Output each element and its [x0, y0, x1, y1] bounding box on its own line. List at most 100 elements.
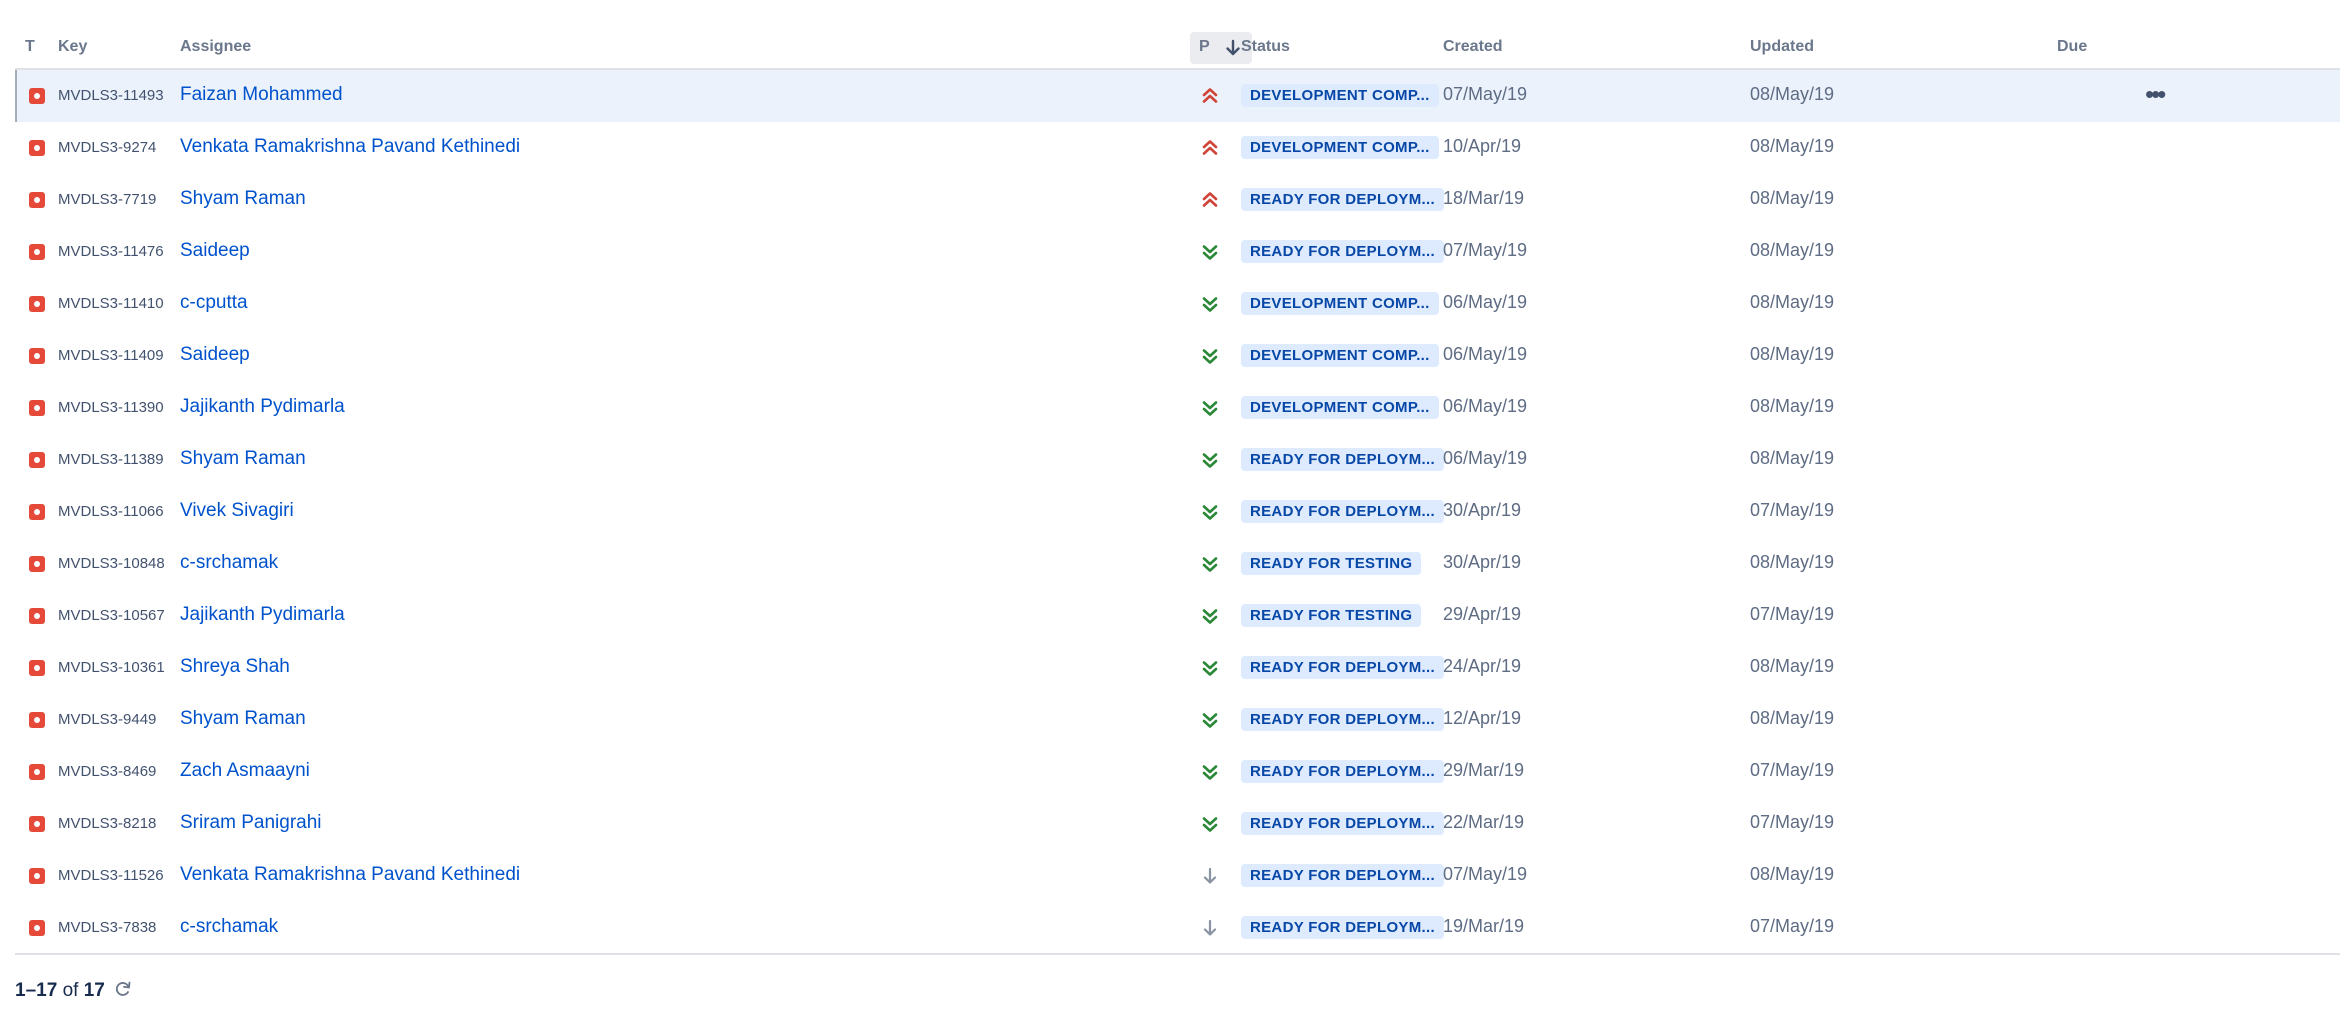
issue-key-link[interactable]: MVDLS3-11493	[58, 87, 164, 104]
bug-type-icon	[29, 556, 45, 572]
table-row[interactable]: MVDLS3-10567 Jajikanth Pydimarla READY FOR…	[15, 590, 2340, 642]
issue-key-link[interactable]: MVDLS3-11066	[58, 503, 164, 520]
assignee-link[interactable]: Venkata Ramakrishna Pavand Kethinedi	[180, 864, 520, 886]
updated-date: 07/May/19	[1750, 604, 1835, 624]
assignee-link[interactable]: c-srchamak	[180, 552, 278, 574]
lowest-icon	[1202, 661, 1218, 676]
issue-key-link[interactable]: MVDLS3-7719	[58, 191, 156, 208]
assignee-link[interactable]: Saideep	[180, 344, 250, 366]
issue-key-link[interactable]: MVDLS3-9449	[58, 711, 156, 728]
status-lozenge: READY FOR DEPLOYM...	[1241, 864, 1444, 887]
assignee-link[interactable]: c-cputta	[180, 292, 248, 314]
issue-key-link[interactable]: MVDLS3-8469	[58, 763, 156, 780]
column-header-status[interactable]: Status	[1241, 38, 1290, 56]
table-row[interactable]: MVDLS3-10361 Shreya Shah READY FOR DEPLOYM…	[15, 642, 2340, 694]
table-row[interactable]: MVDLS3-11476 Saideep READY FOR DEPLOYM... 0…	[15, 226, 2340, 278]
bug-type-icon	[29, 660, 45, 676]
column-header-due[interactable]: Due	[2057, 38, 2087, 56]
created-date: 30/Apr/19	[1443, 500, 1522, 520]
table-row[interactable]: MVDLS3-7719 Shyam Raman READY FOR DEPLOYM.…	[15, 174, 2340, 226]
bug-type-icon	[29, 764, 45, 780]
issue-table: T Key Assignee P Status Created Updated …	[15, 30, 2340, 954]
created-date: 29/Mar/19	[1443, 760, 1525, 780]
bug-type-icon	[29, 348, 45, 364]
more-actions-icon[interactable]: •••	[2145, 81, 2166, 107]
table-row[interactable]: MVDLS3-11409 Saideep DEVELOPMENT COMP... 06…	[15, 330, 2340, 382]
status-lozenge: READY FOR DEPLOYM...	[1241, 916, 1444, 939]
issue-key-link[interactable]: MVDLS3-10567	[58, 607, 165, 624]
table-row[interactable]: MVDLS3-11066 Vivek Sivagiri READY FOR DEPL…	[15, 486, 2340, 538]
assignee-link[interactable]: Jajikanth Pydimarla	[180, 396, 345, 418]
issue-key-link[interactable]: MVDLS3-8218	[58, 815, 156, 832]
assignee-link[interactable]: c-srchamak	[180, 916, 278, 938]
table-row[interactable]: MVDLS3-11389 Shyam Raman READY FOR DEPLOYM…	[15, 434, 2340, 486]
lowest-icon	[1202, 713, 1218, 728]
status-lozenge: READY FOR DEPLOYM...	[1241, 500, 1444, 523]
bug-type-icon	[29, 400, 45, 416]
assignee-link[interactable]: Saideep	[180, 240, 250, 262]
table-row[interactable]: MVDLS3-11390 Jajikanth Pydimarla DEVELOPME…	[15, 382, 2340, 434]
table-row[interactable]: MVDLS3-8218 Sriram Panigrahi READY FOR DEP…	[15, 798, 2340, 850]
column-header-assignee[interactable]: Assignee	[180, 38, 251, 56]
assignee-link[interactable]: Sriram Panigrahi	[180, 812, 322, 834]
issue-key-link[interactable]: MVDLS3-10848	[58, 555, 165, 572]
issue-key-link[interactable]: MVDLS3-9274	[58, 139, 156, 156]
table-row[interactable]: MVDLS3-8469 Zach Asmaayni READY FOR DEPLOY…	[15, 746, 2340, 798]
column-header-created[interactable]: Created	[1443, 38, 1503, 56]
table-row[interactable]: MVDLS3-11526 Venkata Ramakrishna Pavand K…	[15, 850, 2340, 902]
status-lozenge: READY FOR DEPLOYM...	[1241, 656, 1444, 679]
status-lozenge: DEVELOPMENT COMP...	[1241, 396, 1439, 419]
bug-type-icon	[29, 608, 45, 624]
table-row[interactable]: MVDLS3-11493 Faizan Mohammed DEVELOPMENT C…	[15, 70, 2340, 122]
created-date: 19/Mar/19	[1443, 916, 1525, 936]
assignee-link[interactable]: Venkata Ramakrishna Pavand Kethinedi	[180, 136, 520, 158]
issue-key-link[interactable]: MVDLS3-11526	[58, 867, 164, 884]
refresh-icon[interactable]	[113, 979, 133, 999]
assignee-link[interactable]: Jajikanth Pydimarla	[180, 604, 345, 626]
assignee-link[interactable]: Shyam Raman	[180, 708, 306, 730]
sort-descending-icon[interactable]	[1223, 38, 1243, 58]
column-header-updated[interactable]: Updated	[1750, 38, 1814, 56]
assignee-link[interactable]: Shreya Shah	[180, 656, 290, 678]
bug-type-icon	[29, 88, 45, 104]
table-row[interactable]: MVDLS3-11410 c-cputta DEVELOPMENT COMP... 0…	[15, 278, 2340, 330]
status-lozenge: DEVELOPMENT COMP...	[1241, 84, 1439, 107]
table-row[interactable]: MVDLS3-7838 c-srchamak READY FOR DEPLOYM..…	[15, 902, 2340, 954]
status-lozenge: DEVELOPMENT COMP...	[1241, 292, 1439, 315]
assignee-link[interactable]: Vivek Sivagiri	[180, 500, 294, 522]
assignee-link[interactable]: Shyam Raman	[180, 188, 306, 210]
lowest-icon	[1202, 817, 1218, 832]
bug-type-icon	[29, 140, 45, 156]
status-lozenge: READY FOR DEPLOYM...	[1241, 812, 1444, 835]
lowest-icon	[1202, 349, 1218, 364]
assignee-link[interactable]: Faizan Mohammed	[180, 84, 343, 106]
assignee-link[interactable]: Shyam Raman	[180, 448, 306, 470]
column-header-key[interactable]: Key	[58, 38, 87, 56]
column-header-priority[interactable]: P	[1199, 38, 1210, 56]
status-lozenge: READY FOR DEPLOYM...	[1241, 240, 1444, 263]
pagination-of: of	[62, 980, 79, 1001]
issue-key-link[interactable]: MVDLS3-11476	[58, 243, 164, 260]
bug-type-icon	[29, 296, 45, 312]
created-date: 06/May/19	[1443, 448, 1528, 468]
created-date: 07/May/19	[1443, 84, 1528, 104]
issue-key-link[interactable]: MVDLS3-7838	[58, 919, 156, 936]
updated-date: 08/May/19	[1750, 292, 1835, 312]
issue-key-link[interactable]: MVDLS3-11409	[58, 347, 164, 364]
assignee-link[interactable]: Zach Asmaayni	[180, 760, 310, 782]
column-header-type[interactable]: T	[25, 38, 35, 56]
table-row[interactable]: MVDLS3-9274 Venkata Ramakrishna Pavand Ke…	[15, 122, 2340, 174]
issue-key-link[interactable]: MVDLS3-11389	[58, 451, 164, 468]
status-lozenge: DEVELOPMENT COMP...	[1241, 344, 1439, 367]
table-row[interactable]: MVDLS3-9449 Shyam Raman READY FOR DEPLOYM.…	[15, 694, 2340, 746]
issue-key-link[interactable]: MVDLS3-11410	[58, 295, 164, 312]
table-row[interactable]: MVDLS3-10848 c-srchamak READY FOR TESTING 3…	[15, 538, 2340, 590]
low-icon	[1203, 919, 1217, 936]
lowest-icon	[1202, 505, 1218, 520]
bug-type-icon	[29, 920, 45, 936]
lowest-icon	[1202, 609, 1218, 624]
issue-key-link[interactable]: MVDLS3-11390	[58, 399, 164, 416]
issue-key-link[interactable]: MVDLS3-10361	[58, 659, 165, 676]
status-lozenge: READY FOR TESTING	[1241, 552, 1422, 575]
lowest-icon	[1202, 765, 1218, 780]
